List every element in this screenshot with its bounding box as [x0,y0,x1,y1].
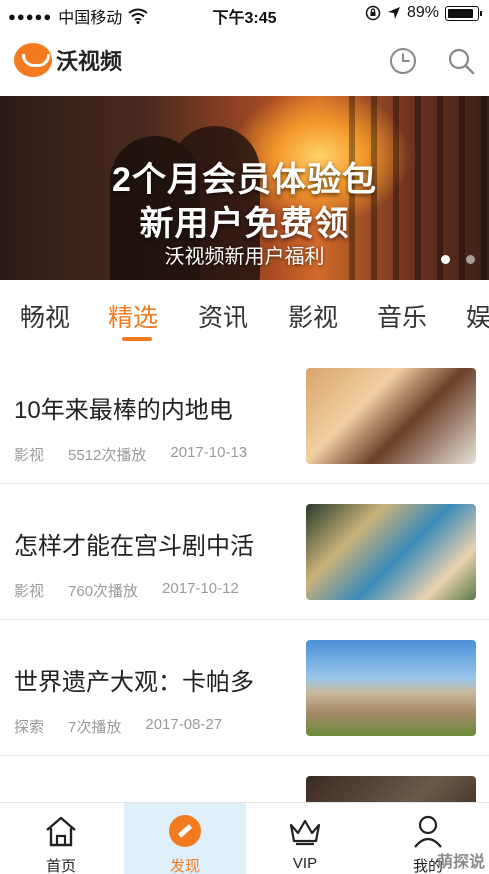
publish-date: 2017-08-27 [145,716,223,733]
list-item[interactable]: 怎样才能在宫斗剧中活 影视 760次播放 2017-10-12 [0,484,489,620]
video-category: 探索 [14,719,45,736]
video-title: 怎样才能在宫斗剧中活 [14,533,254,560]
crown-icon [289,819,321,846]
history-clock-icon[interactable] [388,46,418,76]
active-tab-indicator [122,337,152,341]
page-dot-active[interactable] [441,255,450,264]
watermark-text: 萌探说 [436,854,485,871]
video-meta: 影视 5512次播放 2017-10-13 [14,444,247,465]
tab-yule[interactable]: 娱 [466,298,489,334]
logo-mark-icon [14,43,52,77]
list-item[interactable]: 世界遗产大观：卡帕多 探索 7次播放 2017-08-27 [0,620,489,756]
video-thumbnail[interactable] [306,368,476,464]
tab-yingshi[interactable]: 影视 [288,298,338,334]
list-item[interactable]: 10年来最棒的内地电 影视 5512次播放 2017-10-13 [0,348,489,484]
tab-jingxuan[interactable]: 精选 [108,298,158,334]
bottom-nav: 首页 发现 VIP 我的 萌探说 [0,802,489,874]
tab-zixun[interactable]: 资讯 [198,298,248,334]
video-thumbnail[interactable] [306,504,476,600]
profile-icon [414,815,442,848]
play-count: 7次播放 [68,719,122,736]
publish-date: 2017-10-12 [162,580,239,597]
video-category: 影视 [14,583,45,600]
app-name: 沃视频 [56,49,123,74]
play-count: 760次播放 [68,583,139,600]
location-arrow-icon [387,7,400,19]
play-count: 5512次播放 [68,447,147,464]
nav-label: 首页 [45,858,76,874]
battery-icon [445,5,482,21]
page-dot[interactable] [466,255,475,264]
banner-subtitle: 沃视频新用户福利 [164,246,325,268]
video-title: 世界遗产大观：卡帕多 [14,669,254,696]
app-header: 沃视频 [0,28,489,94]
tab-yinyue[interactable]: 音乐 [377,298,427,334]
publish-date: 2017-10-13 [170,444,248,461]
tab-changshi[interactable]: 畅视 [20,298,70,334]
banner-title: 2个月会员体验包 [112,161,377,199]
banner-page-indicator[interactable] [441,255,475,264]
category-tabs: 畅视 精选 资讯 影视 音乐 娱 [0,280,489,348]
banner-title-line2: 新用户免费领 [139,205,350,243]
app-logo: 沃视频 [14,43,122,77]
home-icon [46,816,76,847]
nav-vip[interactable]: VIP [244,803,366,874]
battery-percent: 89% [406,4,439,21]
nav-label: VIP [292,855,318,872]
status-bar: ●●●●● 中国移动 下午3:45 89% [0,0,489,28]
promo-banner[interactable]: 2个月会员体验包 新用户免费领 沃视频新用户福利 [0,96,489,280]
search-icon[interactable] [446,46,476,76]
rotation-lock-icon [365,5,381,21]
video-title: 10年来最棒的内地电 [14,397,233,424]
video-category: 影视 [14,447,45,464]
nav-discover[interactable]: 发现 [124,803,246,874]
discover-icon [169,815,201,847]
nav-label: 发现 [169,858,200,874]
video-meta: 影视 760次播放 2017-10-12 [14,580,239,601]
nav-home[interactable]: 首页 [0,803,122,874]
video-thumbnail[interactable] [306,640,476,736]
video-meta: 探索 7次播放 2017-08-27 [14,716,222,737]
